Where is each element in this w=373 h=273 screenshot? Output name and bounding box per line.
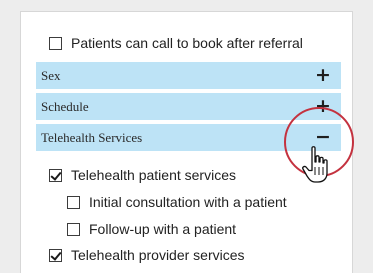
checkbox-telehealth-provider-services[interactable]	[49, 248, 62, 262]
option-call-to-book[interactable]: Patients can call to book after referral	[49, 35, 303, 51]
checkbox-call-to-book[interactable]	[49, 36, 62, 50]
section-title-sex: Sex	[41, 67, 61, 83]
section-header-telehealth[interactable]: Telehealth Services −	[36, 124, 341, 151]
option-call-to-book-label: Patients can call to book after referral	[71, 35, 303, 51]
option-follow-up-label: Follow-up with a patient	[89, 221, 237, 237]
option-telehealth-provider-services-label: Telehealth provider services	[71, 247, 245, 263]
expand-icon[interactable]: +	[315, 66, 331, 85]
section-title-schedule: Schedule	[41, 98, 89, 114]
checkbox-telehealth-patient-services[interactable]	[49, 168, 62, 182]
section-header-sex[interactable]: Sex +	[36, 62, 341, 89]
option-initial-consultation[interactable]: Initial consultation with a patient	[67, 194, 287, 210]
option-telehealth-provider-services[interactable]: Telehealth provider services	[49, 247, 245, 263]
option-telehealth-patient-services-label: Telehealth patient services	[71, 167, 236, 183]
option-telehealth-patient-services[interactable]: Telehealth patient services	[49, 167, 236, 183]
hand-pointer-icon	[302, 146, 328, 183]
checkbox-follow-up[interactable]	[67, 222, 80, 236]
expand-icon[interactable]: +	[315, 97, 331, 116]
option-initial-consultation-label: Initial consultation with a patient	[89, 194, 287, 210]
checkbox-initial-consultation[interactable]	[67, 195, 80, 209]
section-header-schedule[interactable]: Schedule +	[36, 93, 341, 120]
filter-panel: Patients can call to book after referral…	[20, 11, 353, 273]
section-title-telehealth: Telehealth Services	[41, 129, 143, 145]
option-follow-up[interactable]: Follow-up with a patient	[67, 221, 236, 237]
